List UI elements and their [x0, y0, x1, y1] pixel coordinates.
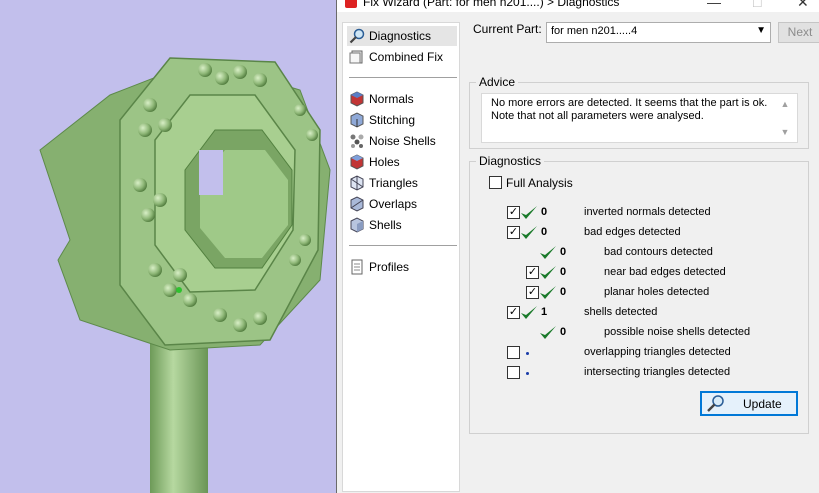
3d-viewport[interactable] — [0, 0, 336, 493]
nav-item-label: Stitching — [369, 113, 416, 127]
ring-model-render — [39, 57, 331, 493]
diagnostic-count: 0 — [560, 326, 567, 338]
nav-divider — [349, 77, 457, 78]
maximize-icon[interactable]: □ — [753, 0, 761, 10]
diagnostic-label: bad contours detected — [604, 246, 713, 258]
diagnostic-row-checkbox[interactable]: ✓ — [507, 226, 520, 239]
diagnostic-count: 0 — [560, 286, 567, 298]
current-part-label: Current Part: — [473, 22, 542, 36]
nav-item-stitching[interactable]: Stitching — [347, 110, 457, 130]
full-analysis-label: Full Analysis — [506, 176, 573, 190]
diagnostic-count: 0 — [541, 226, 548, 238]
diagnostics-panel: Current Part: for men n201.....4 ▼ Next … — [461, 12, 819, 493]
diagnostic-count: 1 — [541, 306, 548, 318]
nav-divider — [349, 245, 457, 246]
diagnostic-count: 0 — [541, 206, 548, 218]
diagnostic-row-checkbox[interactable]: ✓ — [526, 286, 539, 299]
current-part-value: for men n201.....4 — [551, 25, 638, 37]
fix-wizard-window: Fix Wizard (Part: for men n201....) > Di… — [336, 0, 819, 493]
advice-line-1: No more errors are detected. It seems th… — [491, 97, 768, 109]
check-mark-icon — [521, 306, 537, 319]
nav-item-overlaps[interactable]: Overlaps — [347, 194, 457, 214]
nav-item-label: Shells — [369, 218, 402, 232]
title-bar: Fix Wizard (Part: for men n201....) > Di… — [337, 0, 819, 12]
overlaps-icon — [350, 196, 364, 212]
diagnostic-count: 0 — [560, 246, 567, 258]
nav-item-label: Profiles — [369, 260, 410, 274]
full-analysis-checkbox[interactable] — [489, 176, 502, 189]
check-mark-icon — [521, 206, 537, 219]
check-mark-icon — [540, 246, 556, 259]
minimize-icon[interactable]: — — [707, 0, 721, 10]
diagnostic-row-checkbox[interactable] — [507, 346, 520, 359]
magnifier-icon — [349, 28, 365, 44]
advice-group: Advice No more errors are detected. It s… — [469, 75, 809, 149]
diagnostic-row-checkbox[interactable]: ✓ — [507, 306, 520, 319]
diagnostic-row-checkbox[interactable]: ✓ — [526, 266, 539, 279]
diagnostic-label: shells detected — [584, 306, 658, 318]
advice-textbox[interactable]: No more errors are detected. It seems th… — [481, 93, 798, 143]
nav-item-label: Normals — [369, 92, 414, 106]
noise-shells-icon — [350, 134, 364, 148]
nav-item-label: Combined Fix — [369, 50, 444, 64]
check-mark-icon — [540, 266, 556, 279]
diagnostic-label: near bad edges detected — [604, 266, 726, 278]
diagnostic-label: planar holes detected — [604, 286, 710, 298]
diagnostic-row-checkbox[interactable] — [507, 366, 520, 379]
app-icon — [345, 0, 357, 8]
close-icon[interactable]: ✕ — [797, 0, 809, 11]
stitching-icon — [350, 112, 364, 128]
diagnostics-title: Diagnostics — [476, 154, 545, 168]
check-mark-icon — [521, 226, 537, 239]
window-title: Fix Wizard (Part: for men n201....) > Di… — [363, 0, 620, 9]
check-mark-icon — [540, 286, 556, 299]
diagnostic-count: 0 — [560, 266, 567, 278]
nav-item-triangles[interactable]: Triangles — [347, 173, 457, 193]
diagnostic-label: possible noise shells detected — [604, 326, 751, 338]
diagnostic-row-checkbox[interactable]: ✓ — [507, 206, 520, 219]
profiles-icon — [351, 259, 363, 275]
nav-item-normals[interactable]: Normals — [347, 89, 457, 109]
diagnostics-group: Diagnostics Full Analysis ✓ 0 inverted nor… — [469, 154, 809, 434]
diagnostic-label: inverted normals detected — [584, 206, 711, 218]
advice-line-2: Note that not all parameters were analys… — [491, 110, 704, 122]
nav-item-shells[interactable]: Shells — [347, 215, 457, 235]
update-label: Update — [743, 396, 782, 411]
diagnostic-label: overlapping triangles detected — [584, 346, 731, 358]
advice-scrollbar[interactable]: ▲ ▼ — [779, 97, 791, 141]
diagnostic-label: intersecting triangles detected — [584, 366, 731, 378]
nav-item-combined-fix[interactable]: Combined Fix — [347, 47, 457, 67]
nav-item-noise-shells[interactable]: Noise Shells — [347, 131, 457, 151]
nav-item-diagnostics[interactable]: Diagnostics — [347, 26, 457, 46]
nav-item-profiles[interactable]: Profiles — [347, 257, 457, 277]
nav-item-label: Holes — [369, 155, 400, 169]
update-button[interactable]: Update — [700, 391, 798, 416]
chevron-down-icon: ▼ — [756, 25, 766, 36]
fix-step-nav: Diagnostics Combined Fix Normals Stitchi… — [342, 22, 460, 492]
pending-dot-icon — [526, 352, 529, 355]
nav-item-label: Triangles — [369, 176, 418, 190]
current-part-select[interactable]: for men n201.....4 ▼ — [546, 22, 771, 43]
nav-item-label: Noise Shells — [369, 134, 436, 148]
nav-item-label: Diagnostics — [369, 29, 432, 43]
next-button[interactable]: Next — [778, 22, 819, 43]
advice-title: Advice — [476, 75, 519, 89]
check-mark-icon — [540, 326, 556, 339]
pending-dot-icon — [526, 372, 529, 375]
nav-item-label: Overlaps — [369, 197, 418, 211]
magnifier-icon — [707, 394, 724, 412]
nav-item-holes[interactable]: Holes — [347, 152, 457, 172]
triangles-icon — [350, 175, 364, 191]
holes-icon — [350, 154, 364, 170]
shells-icon — [350, 217, 364, 233]
combined-fix-icon — [349, 50, 363, 64]
normals-icon — [350, 91, 364, 107]
diagnostic-label: bad edges detected — [584, 226, 681, 238]
